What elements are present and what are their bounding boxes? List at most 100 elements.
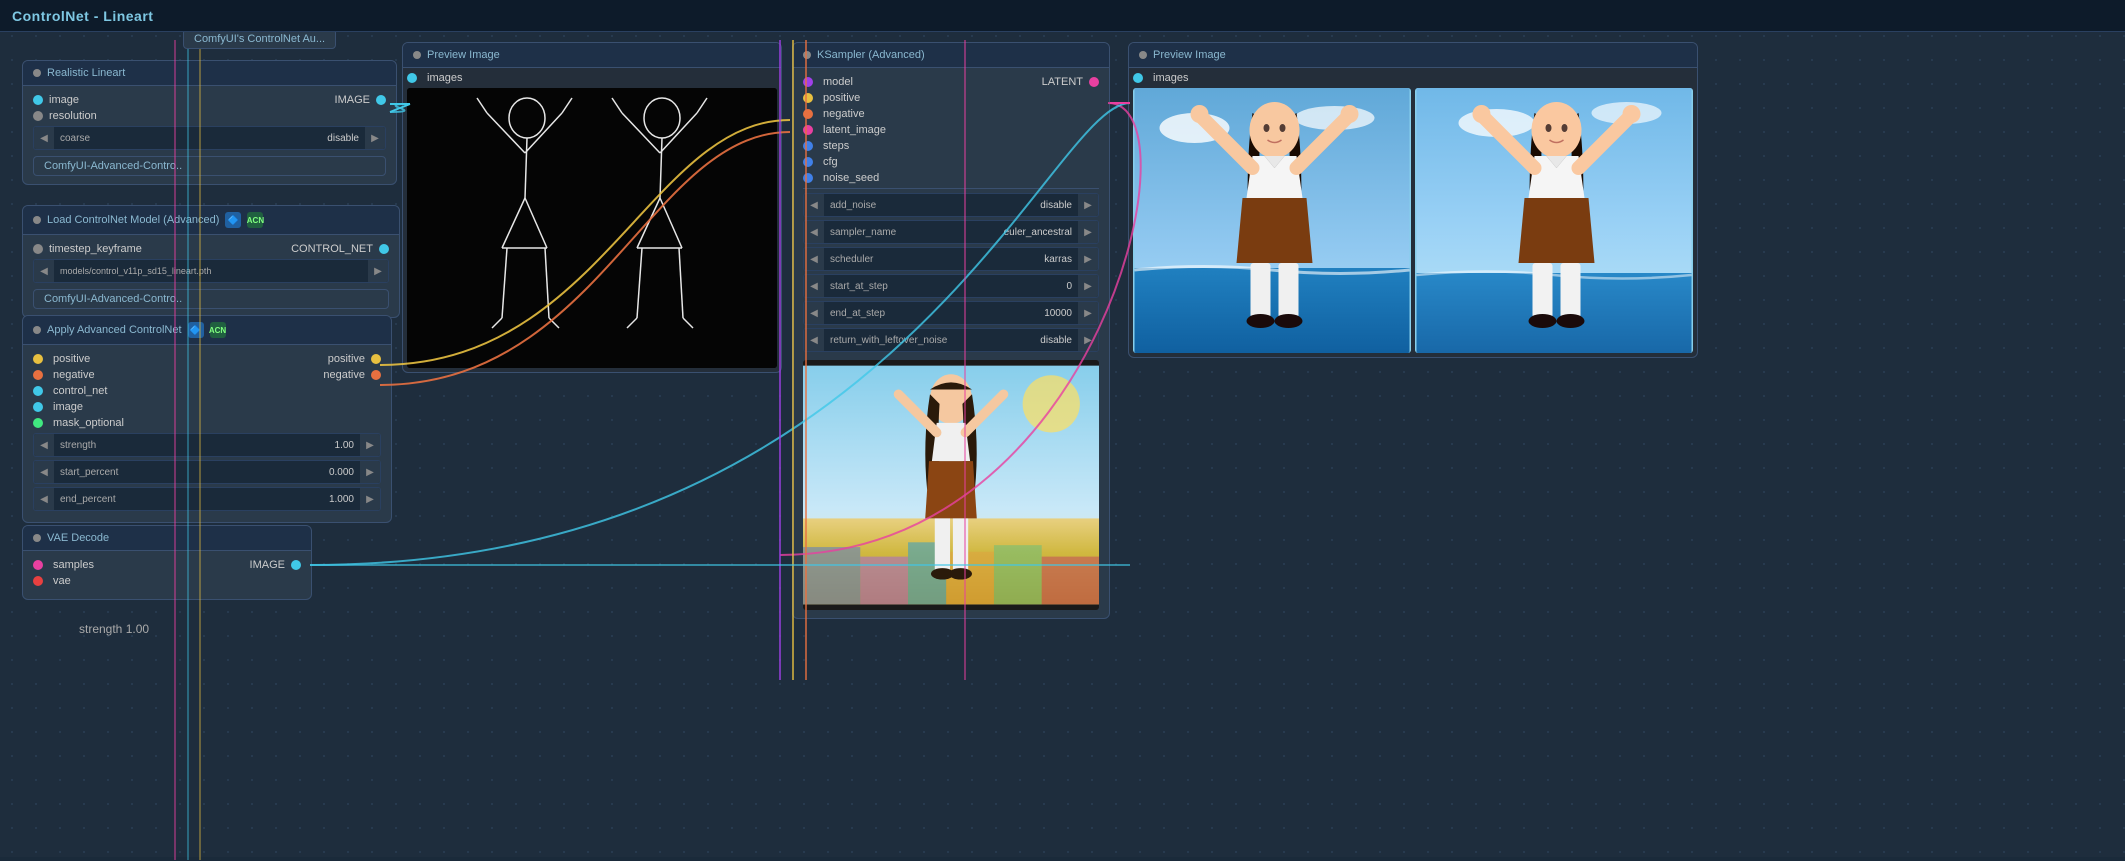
port-timestep-in bbox=[33, 244, 43, 254]
port-row-positive: positive positive bbox=[33, 353, 381, 365]
preview2-body: images bbox=[1129, 68, 1697, 357]
controlnet-name-left-arrow[interactable]: ◀ bbox=[34, 260, 54, 282]
preview2-image-left bbox=[1133, 88, 1411, 353]
port-controlnet-out bbox=[379, 244, 389, 254]
start-at-step-right-arrow[interactable]: ▶ bbox=[1078, 275, 1098, 297]
control-end-percent[interactable]: ◀ end_percent 1.000 ▶ bbox=[33, 487, 381, 511]
preview2-header: Preview Image bbox=[1129, 43, 1697, 68]
badge-blue2: 🔷 bbox=[188, 322, 204, 338]
header-dot bbox=[1139, 51, 1147, 59]
coarse-right-arrow[interactable]: ▶ bbox=[365, 127, 385, 149]
control-start-percent[interactable]: ◀ start_percent 0.000 ▶ bbox=[33, 460, 381, 484]
header-dot bbox=[33, 216, 41, 224]
node-preview2: Preview Image images bbox=[1128, 42, 1698, 358]
strength-label-overlay: strength 1.00 bbox=[79, 622, 149, 636]
add-noise-left-arrow[interactable]: ◀ bbox=[804, 194, 824, 216]
port-image-vae-out bbox=[291, 560, 301, 570]
realistic-lineart-body: image IMAGE resolution ◀ coarse disable bbox=[23, 86, 396, 184]
port-row-noise-seed: noise_seed bbox=[803, 172, 1099, 184]
node-preview1: Preview Image images bbox=[402, 42, 782, 373]
vae-decode-header: VAE Decode bbox=[23, 526, 311, 551]
coarse-left-arrow[interactable]: ◀ bbox=[34, 127, 54, 149]
end-percent-left-arrow[interactable]: ◀ bbox=[34, 488, 54, 510]
start-percent-left-arrow[interactable]: ◀ bbox=[34, 461, 54, 483]
port-resolution-in bbox=[33, 111, 43, 121]
badge-blue: 🔷 bbox=[225, 212, 241, 228]
port-positive-in bbox=[33, 354, 43, 364]
port-row-image: image IMAGE bbox=[33, 94, 386, 106]
return-leftover-left-arrow[interactable]: ◀ bbox=[804, 329, 824, 351]
port-row-mask: mask_optional bbox=[33, 417, 381, 429]
progress-bar-container bbox=[0, 857, 2125, 861]
node-vae-decode: VAE Decode samples IMAGE vae bbox=[22, 525, 312, 600]
ref-node-comfyui-controlnet: ComfyUI's ControlNet Au... bbox=[183, 29, 336, 49]
port-cfg-in bbox=[803, 157, 813, 167]
control-return-leftover[interactable]: ◀ return_with_leftover_noise disable ▶ bbox=[803, 328, 1099, 352]
port-negative-in bbox=[33, 370, 43, 380]
control-controlnet-name[interactable]: ◀ models/control_v11p_sd15_lineart.pth ▶ bbox=[33, 259, 389, 283]
header-dot bbox=[413, 51, 421, 59]
port-latent-out bbox=[1089, 77, 1099, 87]
preview2-image-right bbox=[1415, 88, 1693, 353]
port-positive-out bbox=[371, 354, 381, 364]
port-row-image2: image bbox=[33, 401, 381, 413]
control-strength[interactable]: ◀ strength 1.00 ▶ bbox=[33, 433, 381, 457]
port-row-images2: images bbox=[1133, 72, 1693, 84]
node-load-controlnet: Load ControlNet Model (Advanced) 🔷 ACN t… bbox=[22, 205, 400, 318]
port-row-timestep: timestep_keyframe CONTROL_NET bbox=[33, 243, 389, 255]
port-vae-in bbox=[33, 576, 43, 586]
control-add-noise[interactable]: ◀ add_noise disable ▶ bbox=[803, 193, 1099, 217]
port-row-negative: negative negative bbox=[33, 369, 381, 381]
badge-acn: ACN bbox=[247, 212, 263, 228]
load-controlnet-header: Load ControlNet Model (Advanced) 🔷 ACN bbox=[23, 206, 399, 235]
port-ksampler-positive-in bbox=[803, 93, 813, 103]
ksampler-preview-thumbnail bbox=[803, 360, 1099, 610]
end-percent-right-arrow[interactable]: ▶ bbox=[360, 488, 380, 510]
sampler-name-right-arrow[interactable]: ▶ bbox=[1078, 221, 1098, 243]
preview1-image-container bbox=[407, 88, 777, 368]
scheduler-right-arrow[interactable]: ▶ bbox=[1078, 248, 1098, 270]
port-image-in bbox=[33, 95, 43, 105]
port-mask-in bbox=[33, 418, 43, 428]
control-sampler-name[interactable]: ◀ sampler_name euler_ancestral ▶ bbox=[803, 220, 1099, 244]
start-percent-right-arrow[interactable]: ▶ bbox=[360, 461, 380, 483]
strength-right-arrow[interactable]: ▶ bbox=[360, 434, 380, 456]
strength-left-arrow[interactable]: ◀ bbox=[34, 434, 54, 456]
control-end-at-step[interactable]: ◀ end_at_step 10000 ▶ bbox=[803, 301, 1099, 325]
title-bar: ControlNet - Lineart bbox=[0, 0, 2125, 32]
port-row-model: model LATENT bbox=[803, 76, 1099, 88]
port-ksampler-negative-in bbox=[803, 109, 813, 119]
port-images1-in bbox=[407, 73, 417, 83]
sampler-name-left-arrow[interactable]: ◀ bbox=[804, 221, 824, 243]
header-dot bbox=[33, 534, 41, 542]
port-steps-in bbox=[803, 141, 813, 151]
port-row-ksampler-positive: positive bbox=[803, 92, 1099, 104]
app-title: ControlNet - Lineart bbox=[12, 8, 153, 24]
port-row-resolution: resolution bbox=[33, 110, 386, 122]
port-row-steps: steps bbox=[803, 140, 1099, 152]
port-control-net-in bbox=[33, 386, 43, 396]
badge-acn2: ACN bbox=[210, 322, 226, 338]
ref-node-comfyui-advanced: ComfyUI-Advanced-Contro.. bbox=[33, 156, 386, 176]
port-latent-image-in bbox=[803, 125, 813, 135]
port-row-latent-image: latent_image bbox=[803, 124, 1099, 136]
control-coarse[interactable]: ◀ coarse disable ▶ bbox=[33, 126, 386, 150]
port-images2-in bbox=[1133, 73, 1143, 83]
control-start-at-step[interactable]: ◀ start_at_step 0 ▶ bbox=[803, 274, 1099, 298]
port-samples-in bbox=[33, 560, 43, 570]
port-row-images1: images bbox=[407, 72, 777, 84]
end-at-step-left-arrow[interactable]: ◀ bbox=[804, 302, 824, 324]
preview1-body: images bbox=[403, 68, 781, 372]
apply-controlnet-header: Apply Advanced ControlNet 🔷 ACN bbox=[23, 316, 391, 345]
node-realistic-lineart: ComfyUI's ControlNet Au... Realistic Lin… bbox=[22, 60, 397, 185]
header-dot bbox=[33, 326, 41, 334]
port-model-in bbox=[803, 77, 813, 87]
add-noise-right-arrow[interactable]: ▶ bbox=[1078, 194, 1098, 216]
control-scheduler[interactable]: ◀ scheduler karras ▶ bbox=[803, 247, 1099, 271]
controlnet-name-right-arrow[interactable]: ▶ bbox=[368, 260, 388, 282]
scheduler-left-arrow[interactable]: ◀ bbox=[804, 248, 824, 270]
end-at-step-right-arrow[interactable]: ▶ bbox=[1078, 302, 1098, 324]
return-leftover-right-arrow[interactable]: ▶ bbox=[1078, 329, 1098, 351]
start-at-step-left-arrow[interactable]: ◀ bbox=[804, 275, 824, 297]
port-image2-in bbox=[33, 402, 43, 412]
